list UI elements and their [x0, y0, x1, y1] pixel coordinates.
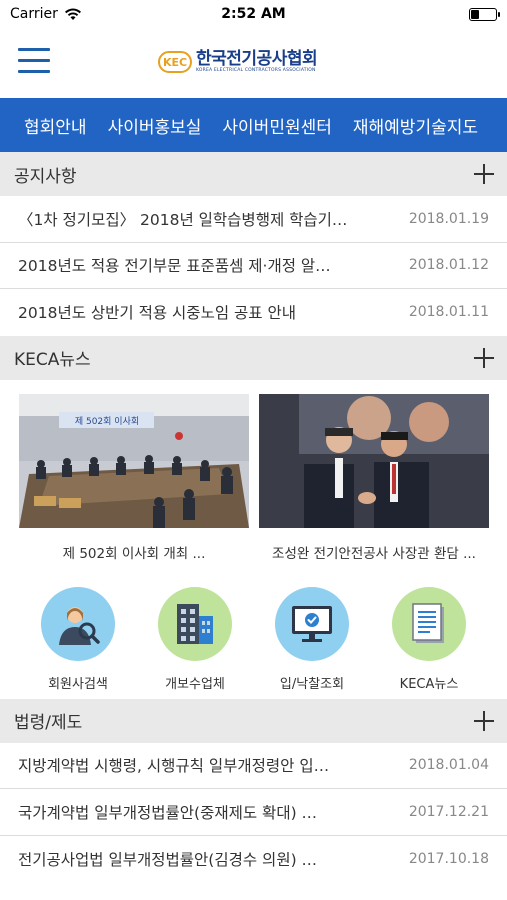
- news-caption: 제 502회 이사회 개최 ...: [62, 545, 206, 562]
- list-item[interactable]: 2018년도 적용 전기부문 표준품셈 제·개정 알… 2018.01.12: [0, 243, 507, 289]
- status-bar: Carrier 2:52 AM: [0, 0, 507, 28]
- wifi-icon: [64, 8, 81, 20]
- list-item[interactable]: 〈1차 정기모집〉 2018년 일학습병행제 학습기… 2018.01.19: [0, 196, 507, 243]
- quick-link-keca-news[interactable]: KECA뉴스: [389, 586, 469, 699]
- notices-header: 공지사항: [0, 152, 507, 196]
- quick-circle: [275, 586, 349, 661]
- item-title: 지방계약법 시행령, 시행규칙 일부개정령안 입…: [18, 757, 330, 776]
- member-search-icon: [59, 606, 100, 645]
- news-card[interactable]: 제 502회 이사회 제 502회 이사회 개최 ...: [19, 393, 249, 562]
- news-grid: 제 502회 이사회 제 502회 이사회 개최 ... 조성완 전기안전공사 …: [0, 380, 507, 562]
- monitor-check-icon: [292, 605, 332, 642]
- list-item[interactable]: 전기공사업법 일부개정법률안(김경수 의원) … 2017.10.18: [0, 836, 507, 883]
- quick-label: KECA뉴스: [399, 676, 459, 692]
- quick-label: 입/낙찰조회: [279, 676, 345, 692]
- item-date: 2018.01.11: [408, 304, 489, 321]
- carrier-label: Carrier: [10, 6, 58, 22]
- item-title: 〈1차 정기모집〉 2018년 일학습병행제 학습기…: [18, 210, 348, 229]
- battery-icon: [469, 7, 500, 21]
- main-nav: 협회안내 사이버홍보실 사이버민원센터 재해예방기술지도: [0, 98, 507, 152]
- logo-text: 한국전기공사협회 KOREA ELECTRICAL CONTRACTORS AS…: [196, 49, 318, 74]
- item-title: 2018년도 적용 전기부문 표준품셈 제·개정 알…: [18, 257, 331, 276]
- plus-icon[interactable]: [473, 163, 495, 185]
- quick-links: 회원사검색 개보수업체 입/낙찰조회 KECA뉴스: [0, 562, 507, 699]
- quick-link-member-search[interactable]: 회원사검색: [38, 586, 118, 699]
- quick-link-bid-search[interactable]: 입/낙찰조회: [272, 586, 352, 699]
- battery-fill: [471, 9, 479, 19]
- item-title: 2018년도 상반기 적용 시중노임 공표 안내: [18, 304, 296, 323]
- section-title: 법령/제도: [14, 713, 83, 733]
- news-photo-handshake: [259, 393, 489, 528]
- notices-list: 〈1차 정기모집〉 2018년 일학습병행제 학습기… 2018.01.19 2…: [0, 196, 507, 336]
- nav-item-about[interactable]: 협회안내: [24, 113, 87, 138]
- item-title: 전기공사업법 일부개정법률안(김경수 의원) …: [18, 850, 318, 869]
- laws-header: 법령/제도: [0, 698, 507, 743]
- item-title: 국가계약법 일부개정법률안(중재제도 확대) …: [18, 803, 318, 822]
- item-date: 2017.12.21: [408, 803, 489, 820]
- quick-circle: [392, 586, 466, 661]
- section-title: KECA뉴스: [14, 350, 91, 370]
- news-card[interactable]: 조성완 전기안전공사 사장관 환담 ...: [259, 393, 489, 562]
- quick-label: 회원사검색: [48, 676, 108, 692]
- app-header: KEC 한국전기공사협회 KOREA ELECTRICAL CONTRACTOR…: [0, 28, 507, 98]
- nav-item-civil[interactable]: 사이버민원센터: [222, 113, 331, 138]
- quick-circle: [41, 586, 115, 661]
- building-icon: [177, 603, 213, 644]
- news-caption: 조성완 전기안전공사 사장관 환담 ...: [272, 545, 476, 562]
- nav-item-safety[interactable]: 재해예방기술지도: [353, 113, 478, 138]
- plus-icon[interactable]: [473, 347, 495, 369]
- item-date: 2018.01.12: [408, 257, 489, 274]
- document-icon: [412, 602, 444, 643]
- logo-title: 한국전기공사협회: [196, 49, 318, 69]
- logo-subtitle: KOREA ELECTRICAL CONTRACTORS ASSOCIATION: [196, 68, 316, 73]
- item-date: 2018.01.04: [408, 757, 489, 774]
- logo-mark: KEC: [158, 51, 192, 73]
- quick-link-repair-companies[interactable]: 개보수업체: [155, 586, 235, 699]
- quick-circle: [158, 586, 232, 661]
- quick-label: 개보수업체: [165, 676, 225, 692]
- list-item[interactable]: 2018년도 상반기 적용 시중노임 공표 안내 2018.01.11: [0, 289, 507, 336]
- nav-item-pr[interactable]: 사이버홍보실: [108, 113, 202, 138]
- list-item[interactable]: 지방계약법 시행령, 시행규칙 일부개정령안 입… 2018.01.04: [0, 743, 507, 789]
- plus-icon[interactable]: [473, 710, 495, 732]
- list-item[interactable]: 국가계약법 일부개정법률안(중재제도 확대) … 2017.12.21: [0, 789, 507, 836]
- item-date: 2018.01.19: [408, 210, 489, 227]
- status-left: Carrier: [10, 6, 82, 22]
- section-title: 공지사항: [14, 166, 77, 187]
- laws-list: 지방계약법 시행령, 시행규칙 일부개정령안 입… 2018.01.04 국가계…: [0, 743, 507, 883]
- news-photo-board-meeting: 제 502회 이사회: [19, 393, 249, 528]
- banner-text: 제 502회 이사회: [75, 416, 139, 427]
- menu-icon[interactable]: [18, 48, 50, 74]
- keca-logo[interactable]: KEC 한국전기공사협회 KOREA ELECTRICAL CONTRACTOR…: [158, 49, 318, 74]
- item-date: 2017.10.18: [408, 850, 489, 867]
- news-header: KECA뉴스: [0, 335, 507, 380]
